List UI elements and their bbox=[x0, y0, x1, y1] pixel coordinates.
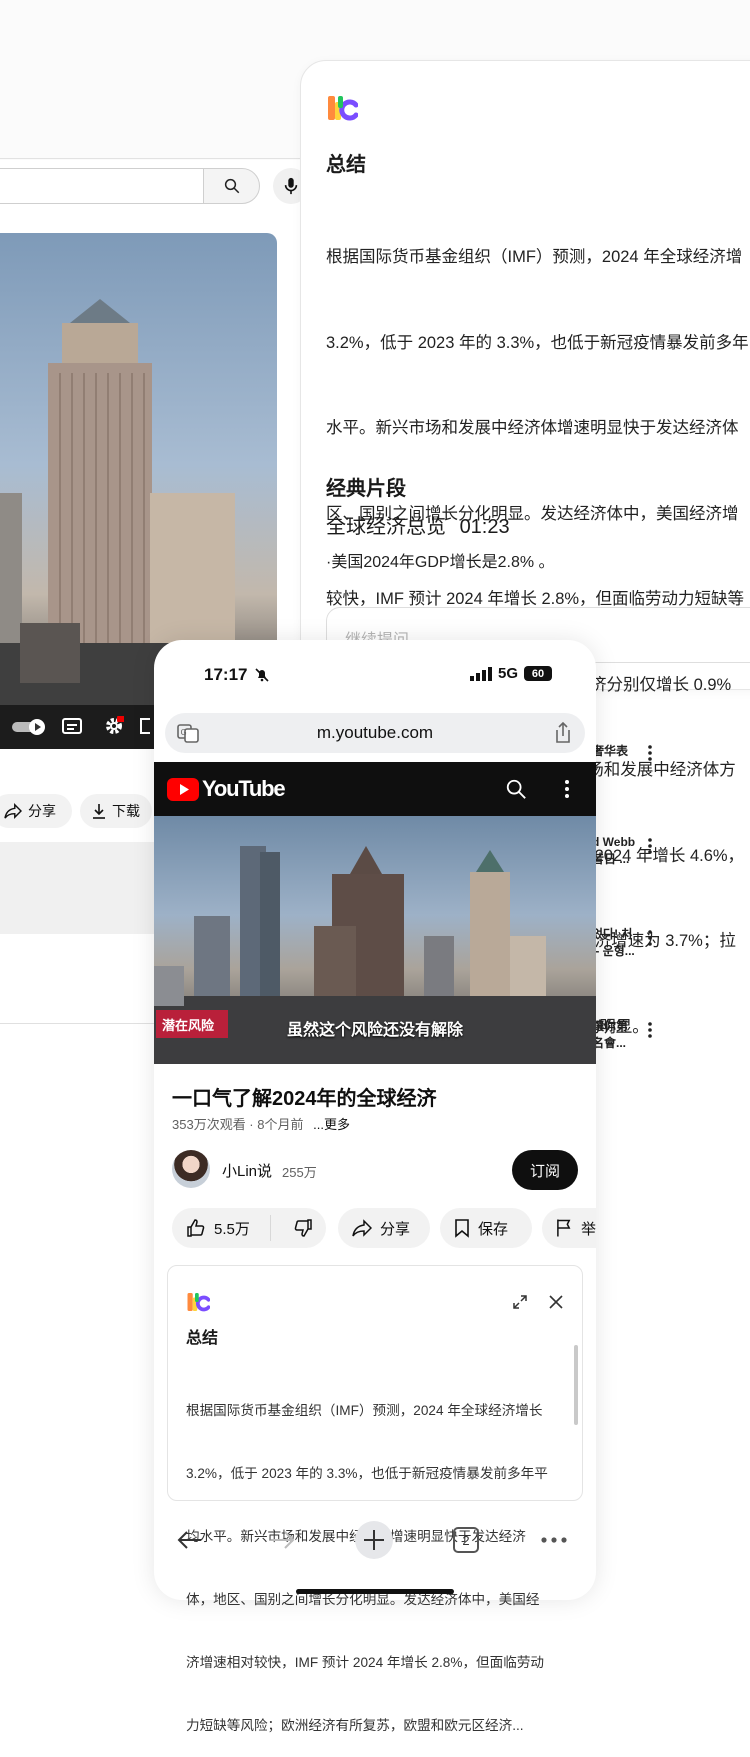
mini-summary-line: 根据国际货币基金组织（IMF）预测，2024 年全球经济增长 bbox=[186, 1403, 543, 1418]
channel-name[interactable]: 小Lin说 bbox=[222, 1160, 272, 1181]
clip-link[interactable]: 全球经济总览 01:23 bbox=[326, 510, 510, 539]
search-icon[interactable] bbox=[505, 778, 527, 800]
background-share-button[interactable]: 分享 bbox=[0, 794, 72, 828]
miniplayer-icon[interactable] bbox=[140, 718, 150, 734]
url-text: m.youtube.com bbox=[316, 723, 434, 742]
save-label: 保存 bbox=[478, 1220, 509, 1238]
download-icon bbox=[93, 804, 105, 819]
mini-summary-heading: 总结 bbox=[186, 1330, 219, 1347]
clip-timestamp[interactable]: 01:23 bbox=[460, 516, 510, 538]
status-indicators: 5G 60 bbox=[470, 665, 553, 682]
clip-bullet: ·美国2024年GDP增长是2.8% 。 bbox=[326, 554, 555, 571]
battery-level: 60 bbox=[531, 667, 545, 680]
autoplay-toggle-icon[interactable] bbox=[12, 719, 46, 735]
avatar[interactable] bbox=[172, 1150, 210, 1188]
background-download-button[interactable]: 下载 bbox=[80, 794, 152, 828]
background-search-input[interactable] bbox=[0, 168, 204, 204]
report-label: 举 bbox=[580, 1220, 596, 1238]
thumbs-up-icon bbox=[187, 1219, 205, 1237]
share-label: 分享 bbox=[380, 1220, 411, 1238]
background-search-button[interactable] bbox=[203, 168, 260, 204]
mini-summary-scrollbar[interactable] bbox=[574, 1345, 578, 1425]
background-share-label: 分享 bbox=[28, 803, 56, 819]
thumbs-down-icon bbox=[294, 1219, 312, 1237]
summary-line: 3.2%，低于 2023 年的 3.3%，也低于新冠疫情暴发前多年 bbox=[326, 333, 749, 352]
summary-line: 根据国际货币基金组织（IMF）预测，2024 年全球经济增 bbox=[326, 248, 743, 266]
youtube-logo-text: YouTube bbox=[202, 776, 286, 801]
subscriber-count: 255万 bbox=[282, 1165, 317, 1180]
share-page-icon[interactable] bbox=[553, 722, 573, 744]
mini-summary-line: 3.2%，低于 2023 年的 3.3%，也低于新冠疫情暴发前多年平 bbox=[186, 1466, 548, 1481]
summary-line: 水平。新兴市场和发展中经济体增速明显快于发达经济体 bbox=[326, 419, 739, 437]
network-type: 5G bbox=[498, 665, 519, 682]
clip-title: 全球经济总览 bbox=[326, 516, 446, 538]
translate-icon[interactable]: G bbox=[177, 722, 199, 744]
share-icon bbox=[4, 803, 22, 819]
clips-heading: 经典片段 bbox=[326, 478, 406, 500]
bookmark-icon bbox=[455, 1219, 469, 1238]
youtube-play-logo-icon bbox=[167, 777, 199, 801]
more-horizontal-icon bbox=[541, 1537, 567, 1543]
video-meta: 353万次观看 · 8个月前 ...更多 bbox=[172, 1114, 350, 1133]
ai-assistant-logo-icon bbox=[328, 96, 358, 121]
signal-icon bbox=[470, 666, 492, 681]
like-dislike-group: 5.5万 bbox=[172, 1208, 326, 1248]
summary-heading: 总结 bbox=[326, 154, 366, 176]
expand-icon[interactable] bbox=[512, 1294, 528, 1310]
address-bar[interactable]: G m.youtube.com bbox=[165, 713, 585, 753]
captions-icon[interactable] bbox=[62, 718, 82, 734]
forward-button[interactable] bbox=[262, 1520, 302, 1560]
video-title[interactable]: 一口气了解2024年的全球经济 bbox=[172, 1082, 437, 1111]
dislike-button[interactable] bbox=[279, 1218, 326, 1238]
share-icon bbox=[352, 1219, 372, 1237]
mini-summary-line: 力短缺等风险；欧洲经济有所复苏，欧盟和欧元区经济... bbox=[186, 1718, 524, 1733]
battery-icon: 60 bbox=[524, 666, 553, 681]
ai-assistant-logo-icon bbox=[187, 1293, 210, 1312]
svg-text:G: G bbox=[181, 728, 187, 737]
subscribe-button[interactable]: 订阅 bbox=[512, 1150, 578, 1190]
arrow-left-icon bbox=[177, 1531, 201, 1549]
video-views-age: 353万次观看 · 8个月前 bbox=[172, 1117, 304, 1132]
like-button[interactable]: 5.5万 bbox=[172, 1215, 272, 1241]
settings-gear-icon[interactable] bbox=[104, 716, 124, 736]
arrow-right-icon bbox=[271, 1531, 295, 1549]
close-icon[interactable] bbox=[548, 1294, 564, 1310]
plus-icon bbox=[355, 1521, 393, 1559]
more-menu-button[interactable] bbox=[534, 1520, 574, 1560]
more-vert-icon[interactable] bbox=[563, 778, 571, 800]
background-download-label: 下载 bbox=[112, 803, 140, 819]
home-indicator[interactable] bbox=[296, 1589, 454, 1594]
youtube-logo[interactable]: YouTube bbox=[167, 776, 286, 802]
status-time-text: 17:17 bbox=[204, 665, 248, 684]
new-tab-button[interactable] bbox=[354, 1520, 394, 1560]
report-button[interactable]: 举 bbox=[542, 1208, 596, 1248]
tab-count: 2 bbox=[453, 1527, 479, 1553]
back-button[interactable] bbox=[170, 1520, 210, 1560]
more-link[interactable]: ...更多 bbox=[313, 1117, 350, 1132]
microphone-icon bbox=[284, 177, 298, 195]
share-button[interactable]: 分享 bbox=[338, 1208, 430, 1248]
like-count: 5.5万 bbox=[214, 1220, 250, 1238]
tabs-button[interactable]: 2 bbox=[446, 1520, 486, 1560]
save-button[interactable]: 保存 bbox=[440, 1208, 532, 1248]
search-icon bbox=[224, 178, 239, 194]
status-time: 17:17 bbox=[204, 665, 269, 685]
flag-icon bbox=[557, 1219, 571, 1237]
mini-summary-line: 济增速相对较快，IMF 预计 2024 年增长 2.8%，但面临劳动 bbox=[186, 1655, 545, 1670]
video-subtitle: 虽然这个风险还没有解除 bbox=[286, 1022, 463, 1039]
mute-bell-icon bbox=[255, 668, 269, 682]
